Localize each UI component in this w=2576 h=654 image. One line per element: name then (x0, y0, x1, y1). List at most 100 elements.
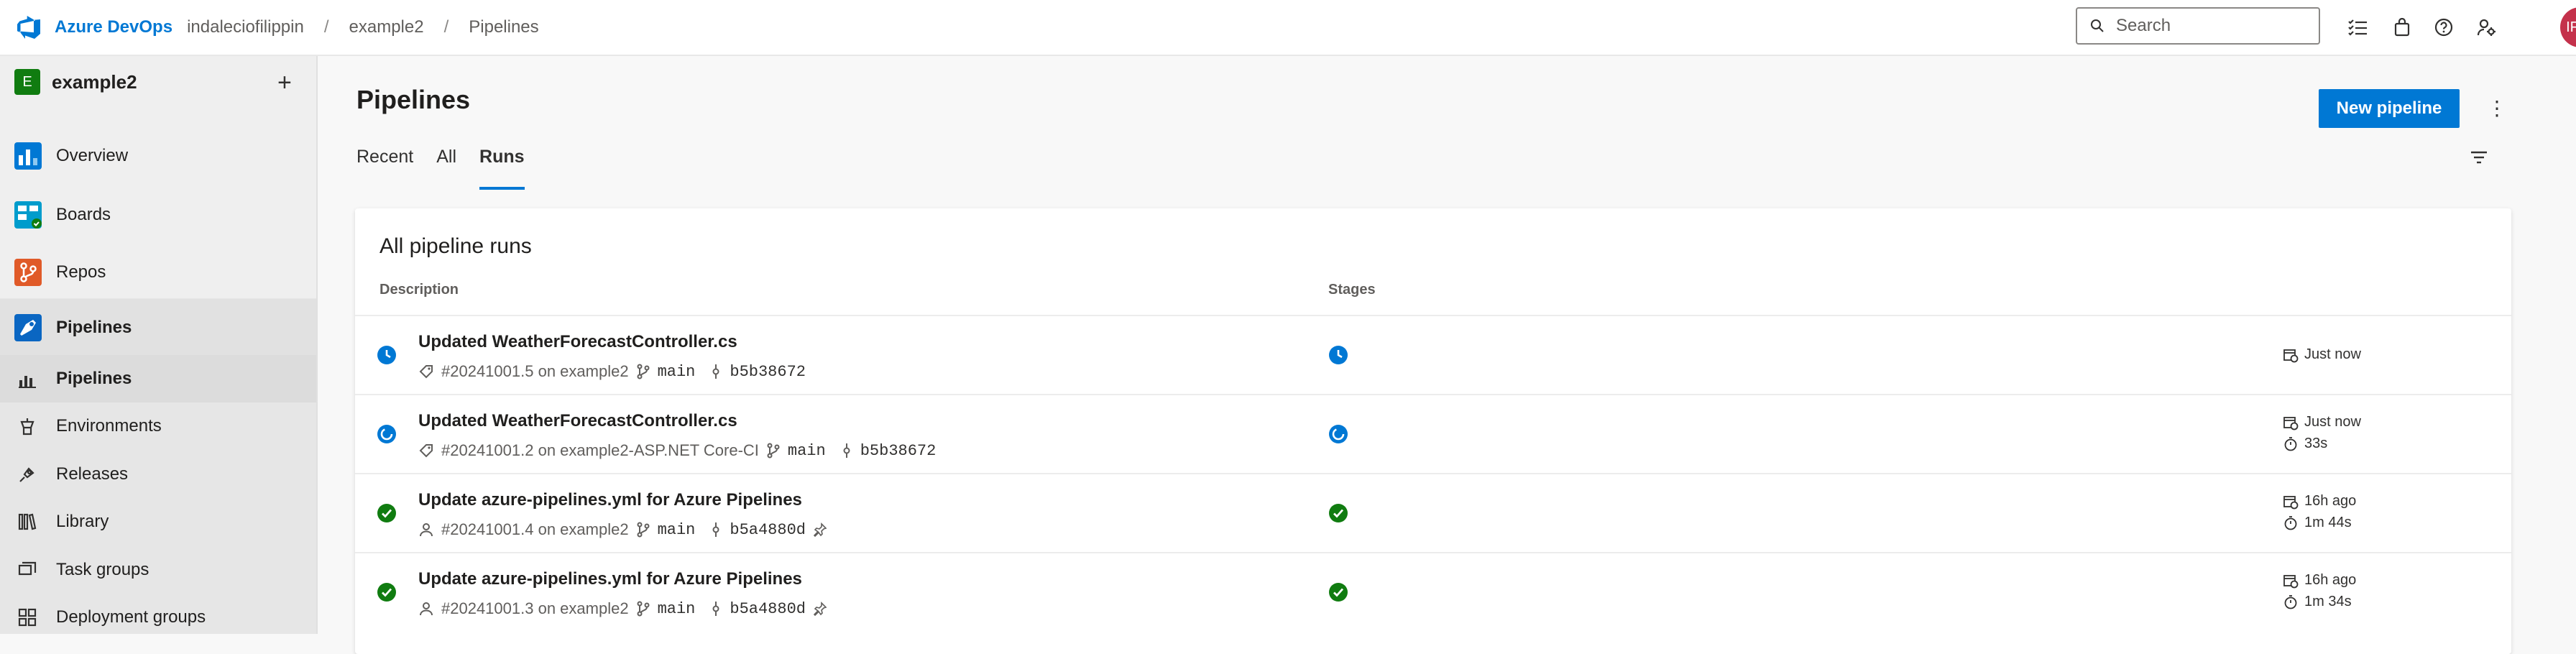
task-list-icon[interactable] (2346, 16, 2369, 39)
running-status-icon (377, 425, 396, 443)
tab-all[interactable]: All (436, 147, 456, 190)
sidebar-subitem-pipelines[interactable]: Pipelines (0, 355, 316, 402)
commit-icon (712, 602, 719, 616)
more-options-icon[interactable]: ⋮ (2487, 96, 2507, 120)
shopping-bag-icon[interactable] (2391, 16, 2414, 39)
tab-recent[interactable]: Recent (356, 147, 413, 190)
sidebar: E example2 + Overview Boards Repos Pipel… (0, 56, 318, 634)
sidebar-item-label: Pipelines (56, 369, 132, 388)
run-title[interactable]: Update azure-pipelines.yml for Azure Pip… (418, 490, 802, 510)
run-time-ago: Just now (2304, 346, 2361, 362)
help-icon[interactable] (2432, 16, 2455, 39)
queued-status-icon (377, 346, 396, 364)
new-pipeline-button[interactable]: New pipeline (2319, 89, 2460, 128)
column-header-stages: Stages (1328, 282, 1376, 298)
stage-succeeded-icon[interactable] (1328, 503, 1348, 523)
sidebar-item-label: Library (56, 512, 109, 531)
sidebar-item-overview[interactable]: Overview (0, 129, 316, 183)
sidebar-subitem-deployment-groups[interactable]: Deployment groups (0, 594, 316, 641)
stage-queued-icon[interactable] (1328, 345, 1348, 365)
avatar-initials: IF (2566, 19, 2576, 35)
user-icon (420, 602, 433, 616)
calendar-clock-icon (2283, 495, 2299, 509)
run-title[interactable]: Update azure-pipelines.yml for Azure Pip… (418, 569, 802, 589)
sidebar-item-pipelines[interactable]: Pipelines (0, 299, 316, 356)
project-name: example2 (52, 70, 137, 93)
stage-running-icon[interactable] (1328, 424, 1348, 444)
stopwatch-icon (2284, 436, 2297, 451)
sidebar-item-boards[interactable]: Boards (0, 188, 316, 241)
run-branch: main (657, 520, 696, 539)
calendar-clock-icon (2283, 574, 2299, 588)
sidebar-item-label: Pipelines (56, 318, 132, 337)
user-settings-icon[interactable] (2475, 16, 2498, 39)
filter-icon[interactable] (2467, 145, 2491, 170)
table-row[interactable]: Updated WeatherForecastController.cs #20… (355, 394, 2511, 473)
runs-card-title: All pipeline runs (380, 234, 532, 258)
run-duration: 1m 34s (2283, 594, 2352, 610)
project-badge: E (14, 69, 40, 95)
sidebar-subitem-task-groups[interactable]: Task groups (0, 546, 316, 594)
search-input[interactable] (2116, 16, 2303, 36)
search-box[interactable] (2076, 7, 2320, 45)
sidebar-item-label: Task groups (56, 560, 150, 579)
branch-icon (637, 601, 650, 617)
run-time: Just now (2283, 414, 2361, 430)
stage-succeeded-icon[interactable] (1328, 582, 1348, 602)
run-duration-value: 1m 34s (2304, 594, 2352, 609)
pin-icon[interactable] (813, 522, 827, 537)
run-time-ago: 16h ago (2304, 572, 2357, 588)
calendar-clock-icon (2283, 349, 2299, 362)
sidebar-item-repos[interactable]: Repos (0, 246, 316, 299)
branch-icon (637, 364, 650, 379)
table-row[interactable]: Updated WeatherForecastController.cs #20… (355, 315, 2511, 394)
run-duration: 1m 44s (2283, 515, 2352, 531)
succeeded-status-icon (377, 583, 396, 602)
run-time: 16h ago (2283, 572, 2356, 589)
table-row[interactable]: Update azure-pipelines.yml for Azure Pip… (355, 552, 2511, 631)
breadcrumb-separator: / (443, 17, 449, 37)
run-duration-value: 1m 44s (2304, 515, 2352, 530)
stopwatch-icon (2284, 515, 2297, 530)
run-time-ago: Just now (2304, 414, 2361, 430)
project-selector[interactable]: E example2 (14, 69, 137, 95)
add-icon[interactable]: + (277, 70, 292, 95)
stopwatch-icon (2284, 594, 2297, 609)
releases-icon (17, 464, 37, 484)
breadcrumb-separator: / (323, 17, 329, 37)
library-icon (17, 512, 37, 532)
table-row[interactable]: Update azure-pipelines.yml for Azure Pip… (355, 473, 2511, 552)
environments-icon (17, 416, 37, 436)
top-bar: Azure DevOps indaleciofilippin / example… (0, 0, 2576, 56)
run-commit: b5b38672 (860, 441, 937, 460)
avatar[interactable]: IF (2560, 7, 2576, 47)
pipelines-sub-icon (17, 369, 37, 389)
calendar-clock-icon (2283, 416, 2299, 430)
run-meta: #20241001.2 on example2-ASP.NET Core-CI … (418, 441, 936, 460)
sidebar-item-label: Overview (56, 146, 129, 165)
run-title[interactable]: Updated WeatherForecastController.cs (418, 411, 737, 431)
run-title[interactable]: Updated WeatherForecastController.cs (418, 332, 737, 352)
run-branch: main (787, 441, 826, 460)
sidebar-subitem-library[interactable]: Library (0, 498, 316, 545)
sidebar-subitem-environments[interactable]: Environments (0, 402, 316, 450)
run-branch: main (657, 362, 696, 381)
runs-card: All pipeline runs Description Stages Upd… (355, 208, 2511, 654)
breadcrumb-project[interactable]: example2 (349, 17, 424, 37)
pipelines-icon (14, 314, 42, 341)
sidebar-subitem-releases[interactable]: Releases (0, 451, 316, 498)
brand-link[interactable]: Azure DevOps (55, 17, 172, 37)
run-duration-value: 33s (2304, 436, 2328, 451)
commit-icon (712, 364, 719, 379)
run-duration: 33s (2283, 436, 2327, 452)
azure-devops-logo-icon[interactable] (14, 13, 43, 42)
tab-runs[interactable]: Runs (479, 147, 525, 190)
user-icon (420, 523, 433, 537)
sidebar-item-label: Environments (56, 416, 162, 436)
run-meta: #20241001.4 on example2 main b5a4880d (418, 520, 827, 539)
run-time: 16h ago (2283, 493, 2356, 510)
breadcrumb-organization[interactable]: indaleciofilippin (187, 17, 304, 37)
pin-icon[interactable] (813, 602, 827, 616)
sidebar-item-label: Repos (56, 262, 106, 282)
breadcrumb-pipelines[interactable]: Pipelines (469, 17, 538, 37)
